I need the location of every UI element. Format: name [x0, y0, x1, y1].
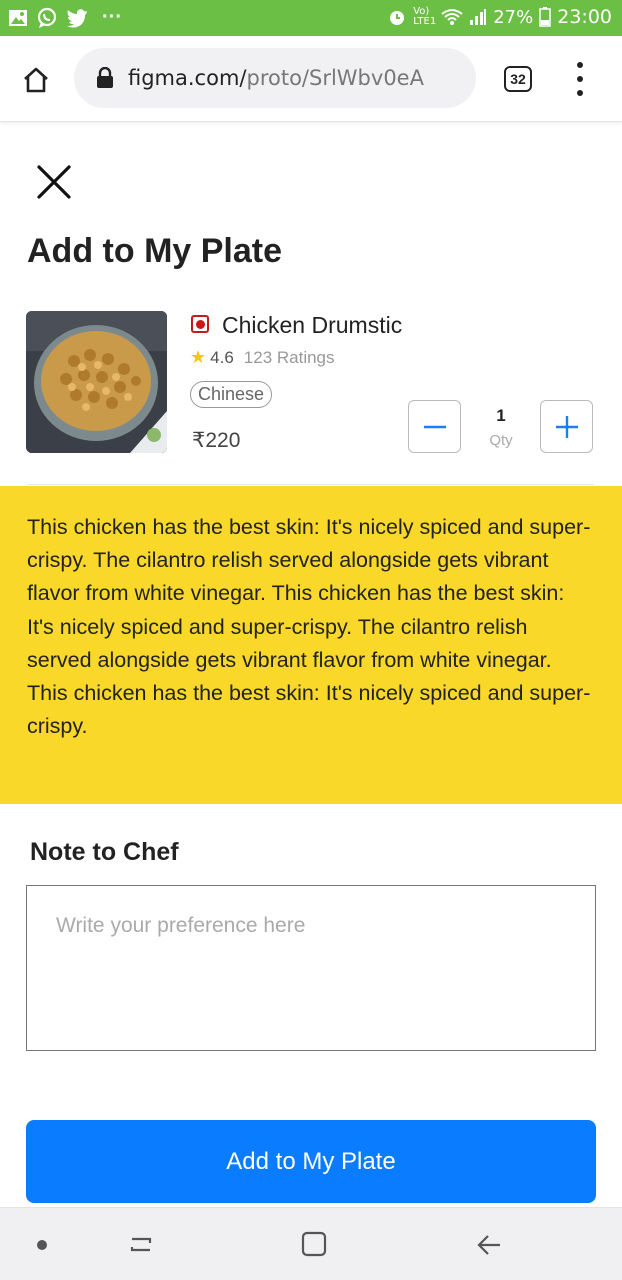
browser-home-button[interactable] [16, 60, 56, 100]
increase-quantity-button[interactable] [540, 400, 593, 453]
cuisine-tag: Chinese [190, 381, 273, 408]
product-price: ₹220 [192, 429, 241, 452]
product-description: This chicken has the best skin: It's nic… [27, 515, 591, 739]
status-bar: ··· Vo) LTE1 27% 23:00 [0, 0, 622, 36]
address-bar[interactable]: figma.com/proto/SrlWbv0eA [74, 48, 476, 108]
star-icon: ★ [190, 347, 207, 367]
quantity-label: Qty [489, 432, 513, 449]
signal-icon [470, 9, 487, 25]
add-to-plate-button[interactable]: Add to My Plate [26, 1120, 596, 1203]
back-arrow-icon[interactable] [474, 1230, 504, 1260]
lock-icon [96, 66, 116, 90]
gallery-icon [9, 9, 27, 26]
clock: 23:00 [557, 6, 612, 28]
battery-icon [539, 7, 551, 27]
whatsapp-icon [37, 7, 57, 28]
rating-row: ★ 4.6 123 Ratings [190, 347, 335, 368]
page-title: Add to My Plate [27, 232, 283, 270]
network-label: Vo) LTE1 [413, 6, 437, 27]
home-icon [24, 67, 48, 93]
more-notifications: ··· [102, 6, 122, 28]
description-panel: This chicken has the best skin: It's nic… [0, 486, 622, 804]
close-button[interactable] [34, 162, 74, 202]
non-veg-icon [191, 315, 209, 333]
battery-percent: 27% [493, 6, 534, 28]
quantity-value: 1 [496, 406, 506, 425]
add-to-plate-label: Add to My Plate [226, 1147, 396, 1175]
minus-icon [423, 425, 446, 428]
note-to-chef-input[interactable] [26, 885, 596, 1051]
recents-icon[interactable] [124, 1230, 158, 1260]
browser-toolbar: figma.com/proto/SrlWbv0eA 32 [0, 36, 622, 122]
overflow-menu-icon[interactable] [570, 62, 590, 96]
close-icon [37, 165, 71, 199]
wifi-icon [441, 9, 463, 25]
twitter-icon [67, 8, 87, 28]
ratings-count: 123 Ratings [243, 347, 335, 367]
url-path: proto/SrlWbv0eA [246, 66, 424, 90]
divider [28, 484, 594, 485]
tabs-icon[interactable]: 32 [504, 66, 532, 92]
plus-icon [555, 415, 578, 438]
nav-dot-icon [37, 1240, 47, 1250]
home-square-icon[interactable] [300, 1230, 328, 1258]
system-nav-bar [0, 1207, 622, 1280]
rating-value: 4.6 [210, 347, 234, 367]
product-image [26, 311, 167, 453]
note-label: Note to Chef [30, 838, 179, 866]
alarm-icon [390, 11, 405, 25]
decrease-quantity-button[interactable] [408, 400, 461, 453]
product-name: Chicken Drumstic [222, 312, 403, 338]
url-domain: figma.com/ [128, 66, 247, 90]
url-text: figma.com/proto/SrlWbv0eA [128, 66, 424, 90]
tab-count: 32 [510, 71, 526, 87]
